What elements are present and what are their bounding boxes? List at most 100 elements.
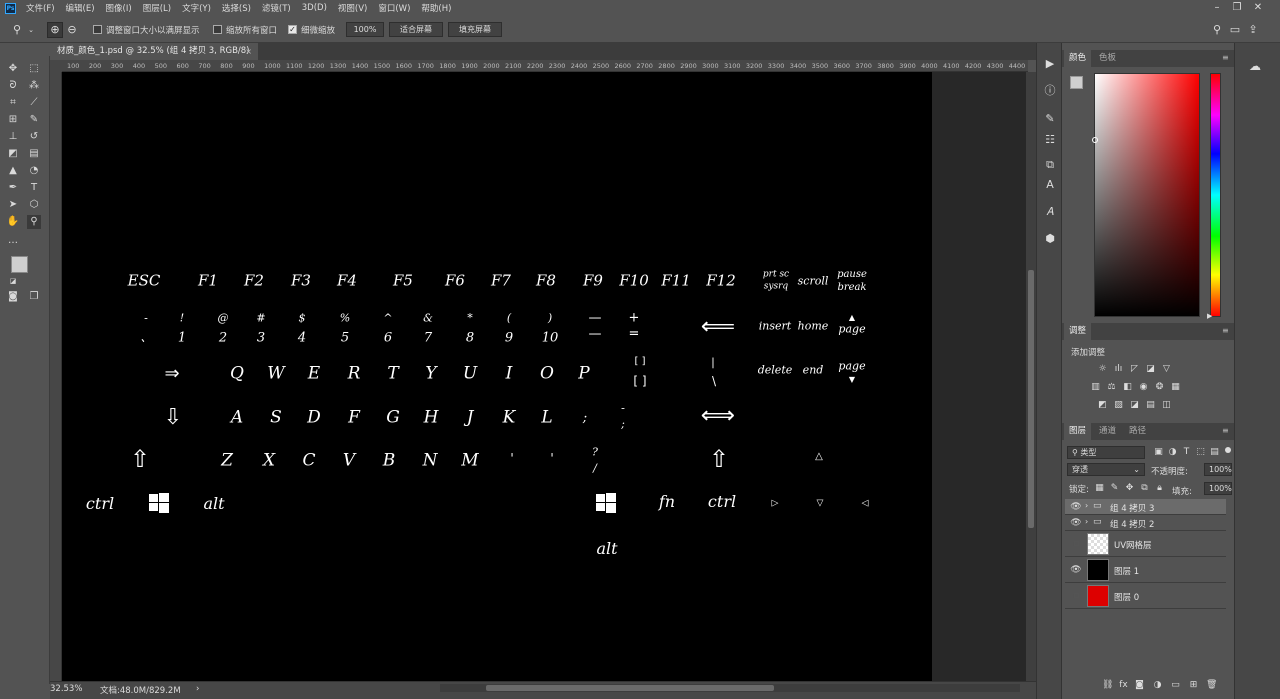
layer-name[interactable]: UV网格层: [1114, 539, 1152, 551]
color-picker-cursor[interactable]: [1092, 137, 1098, 143]
blur-tool-icon[interactable]: ▲: [6, 164, 20, 178]
posterize-adjust-icon[interactable]: ▨: [1113, 400, 1124, 411]
play-action-icon[interactable]: ▶: [1040, 55, 1060, 73]
vertical-scroll-thumb[interactable]: [1028, 270, 1034, 528]
foreground-color-swatch[interactable]: [11, 256, 28, 273]
color-lookup-adjust-icon[interactable]: ▦: [1170, 382, 1181, 393]
visibility-off-box[interactable]: ▫: [1070, 590, 1082, 602]
layer-row[interactable]: 👁︎ 图层 1: [1065, 557, 1226, 583]
horizontal-scroll-thumb[interactable]: [486, 685, 774, 691]
new-adjustment-icon[interactable]: ◑: [1152, 680, 1163, 691]
zoom-in-icon[interactable]: ⊕: [47, 22, 63, 38]
exposure-adjust-icon[interactable]: ◪: [1145, 364, 1156, 375]
visibility-eye-icon[interactable]: 👁︎: [1070, 564, 1082, 576]
layer-name[interactable]: 组 4 拷贝 3: [1110, 502, 1154, 514]
history-brush-tool-icon[interactable]: ↺: [27, 130, 41, 144]
menu-type[interactable]: 文字(Y): [182, 2, 211, 14]
photo-filter-adjust-icon[interactable]: ◉: [1138, 382, 1149, 393]
pen-tool-icon[interactable]: ✒: [6, 181, 20, 195]
lock-transparent-icon[interactable]: ▦: [1094, 483, 1105, 494]
tab-color[interactable]: 颜色: [1064, 50, 1092, 67]
channel-mixer-adjust-icon[interactable]: ❂: [1154, 382, 1165, 393]
menu-edit[interactable]: 编辑(E): [66, 2, 95, 14]
healing-tool-icon[interactable]: ⊞: [6, 113, 20, 127]
brush-panel-icon[interactable]: ✎: [1040, 110, 1060, 128]
visibility-eye-icon[interactable]: 👁︎: [1070, 501, 1082, 513]
type-tool-icon[interactable]: T: [27, 181, 41, 195]
hand-tool-icon[interactable]: ✋: [6, 215, 20, 229]
menu-file[interactable]: 文件(F): [26, 2, 55, 14]
layer-style-icon[interactable]: fx: [1118, 680, 1129, 691]
hue-slider-handle-icon[interactable]: ▶: [1207, 312, 1212, 320]
dodge-tool-icon[interactable]: ◔: [27, 164, 41, 178]
3d-icon[interactable]: ⬢: [1040, 230, 1060, 248]
delete-layer-icon[interactable]: 🗑︎: [1206, 680, 1217, 691]
new-layer-icon[interactable]: ⊞: [1188, 680, 1199, 691]
brightness-adjust-icon[interactable]: ☼: [1097, 364, 1108, 375]
zoom-out-icon[interactable]: ⊖: [65, 23, 79, 37]
menu-help[interactable]: 帮助(H): [421, 2, 451, 14]
opacity-field[interactable]: 100%: [1204, 463, 1232, 476]
minimize-icon[interactable]: –: [1210, 0, 1224, 16]
hue-slider[interactable]: [1210, 73, 1221, 317]
lock-position-icon[interactable]: ✥: [1124, 483, 1135, 494]
type-filter-icon[interactable]: T: [1181, 447, 1192, 458]
layer-row[interactable]: 👁︎ › ▭ 组 4 拷贝 2: [1065, 515, 1226, 531]
adjustment-filter-icon[interactable]: ◑: [1167, 447, 1178, 458]
lock-artboard-icon[interactable]: ⧉: [1139, 483, 1150, 494]
layer-name[interactable]: 图层 0: [1114, 591, 1139, 603]
quick-mask-icon[interactable]: ◙: [6, 290, 20, 304]
pixel-filter-icon[interactable]: ▣: [1153, 447, 1164, 458]
shape-filter-icon[interactable]: ⬚: [1195, 447, 1206, 458]
color-balance-adjust-icon[interactable]: ⚖: [1106, 382, 1117, 393]
zoom-all-checkbox[interactable]: [213, 25, 222, 34]
gradient-tool-icon[interactable]: ▤: [27, 147, 41, 161]
vertical-scrollbar[interactable]: [1026, 72, 1036, 681]
zoom-tool-icon[interactable]: ⚲: [27, 215, 41, 229]
clone-source-icon[interactable]: ⧉: [1040, 156, 1060, 174]
fit-screen-button[interactable]: 适合屏幕: [389, 22, 443, 37]
document-canvas[interactable]: ESC F1 F2 F3 F4 F5 F6 F7 F8 F9 F10 F11 F12 prt sc sysr…: [62, 72, 932, 681]
lock-pixels-icon[interactable]: ✎: [1109, 483, 1120, 494]
crop-tool-icon[interactable]: ⌗: [6, 96, 20, 110]
status-menu-arrow-icon[interactable]: ›: [196, 684, 199, 694]
search-icon[interactable]: ⚲: [1210, 23, 1224, 37]
layer-name[interactable]: 图层 1: [1114, 565, 1139, 577]
fill-field[interactable]: 100%: [1204, 482, 1232, 495]
layers-menu-icon[interactable]: ≡: [1222, 427, 1230, 435]
layer-row[interactable]: 👁︎ › ▭ 组 4 拷贝 3: [1065, 499, 1226, 515]
paragraph-icon[interactable]: 𝐴: [1040, 203, 1060, 221]
tab-channels[interactable]: 通道: [1094, 423, 1121, 440]
group-expand-chevron-icon[interactable]: ›: [1085, 517, 1088, 526]
marquee-tool-icon[interactable]: ⬚: [27, 62, 41, 76]
close-tab-icon[interactable]: ×: [245, 43, 252, 60]
scrubby-zoom-checkbox[interactable]: ✓: [288, 25, 297, 34]
smart-object-filter-icon[interactable]: ▤: [1209, 447, 1220, 458]
menu-3d[interactable]: 3D(D): [302, 3, 327, 13]
path-select-tool-icon[interactable]: ➤: [6, 198, 20, 212]
tab-layers[interactable]: 图层: [1064, 423, 1092, 440]
resize-window-checkbox[interactable]: [93, 25, 102, 34]
filter-toggle-icon[interactable]: [1225, 447, 1231, 453]
menu-window[interactable]: 窗口(W): [378, 2, 410, 14]
eraser-tool-icon[interactable]: ◩: [6, 147, 20, 161]
tool-preset-chevron-icon[interactable]: ⌄: [26, 23, 36, 37]
hue-sat-adjust-icon[interactable]: ▥: [1090, 382, 1101, 393]
zoom-tool-icon[interactable]: ⚲: [10, 23, 24, 37]
eyedropper-tool-icon[interactable]: ⟋: [27, 96, 41, 110]
menu-image[interactable]: 图像(I): [106, 2, 132, 14]
lasso-tool-icon[interactable]: ᘐ: [6, 79, 20, 93]
fill-screen-button[interactable]: 填充屏幕: [448, 22, 502, 37]
link-layers-icon[interactable]: ⛓: [1102, 680, 1113, 691]
menu-view[interactable]: 视图(V): [338, 2, 367, 14]
new-group-icon[interactable]: ▭: [1170, 680, 1181, 691]
share-icon[interactable]: ⇪: [1246, 23, 1260, 37]
screen-mode-icon[interactable]: ❐: [27, 290, 41, 304]
black-white-adjust-icon[interactable]: ◧: [1122, 382, 1133, 393]
levels-adjust-icon[interactable]: ılı: [1113, 364, 1124, 375]
stamp-tool-icon[interactable]: ⊥: [6, 130, 20, 144]
more-tools-icon[interactable]: …: [6, 234, 20, 248]
zoom-readout[interactable]: 32.53%: [50, 684, 82, 694]
menu-filter[interactable]: 滤镜(T): [262, 2, 291, 14]
layer-row[interactable]: ▫ UV网格层: [1065, 531, 1226, 557]
